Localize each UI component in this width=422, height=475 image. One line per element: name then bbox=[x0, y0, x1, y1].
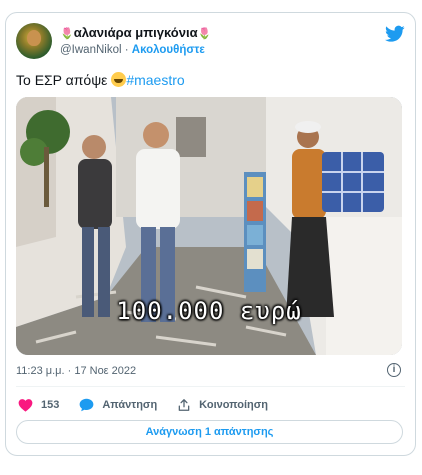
tweet-body: Το ΕΣΡ απόψε bbox=[16, 72, 112, 88]
embedded-tweet-card: 🌷αλανιάρα μπιγκόνια🌷 @IwanNikol · Ακολου… bbox=[5, 12, 416, 456]
twitter-bird-icon[interactable] bbox=[385, 25, 405, 43]
tweet-text: Το ΕΣΡ απόψε #maestro bbox=[16, 71, 185, 89]
share-button[interactable]: Κοινοποίηση bbox=[177, 398, 268, 412]
tweet-header: 🌷αλανιάρα μπιγκόνια🌷 @IwanNikol · Ακολου… bbox=[16, 23, 405, 63]
tweet-actions: 153 Απάντηση Κοινοποίηση bbox=[18, 396, 288, 414]
reply-label: Απάντηση bbox=[102, 399, 158, 411]
divider bbox=[16, 386, 405, 387]
info-icon[interactable]: i bbox=[387, 363, 401, 377]
share-upload-icon bbox=[178, 399, 190, 411]
video-subtitle: 100.000 ευρώ bbox=[116, 297, 302, 325]
speech-bubble-icon bbox=[79, 398, 94, 412]
display-name-text: αλανιάρα μπιγκόνια bbox=[73, 25, 198, 40]
author-info: 🌷αλανιάρα μπιγκόνια🌷 @IwanNikol · Ακολου… bbox=[60, 25, 211, 58]
rolling-on-floor-laughing-icon bbox=[111, 72, 127, 87]
tulip-icon: 🌷 bbox=[60, 28, 74, 40]
tweet-timestamp[interactable]: 11:23 μ.μ. · 17 Νοε 2022 bbox=[16, 365, 136, 377]
share-label: Κοινοποίηση bbox=[199, 399, 269, 411]
follow-link[interactable]: Ακολουθήστε bbox=[132, 44, 205, 56]
like-button[interactable]: 153 bbox=[18, 398, 59, 412]
read-replies-button[interactable]: Ανάγνωση 1 απάντησης bbox=[16, 420, 403, 444]
author-display-name[interactable]: 🌷αλανιάρα μπιγκόνια🌷 bbox=[60, 25, 211, 42]
like-count: 153 bbox=[41, 399, 60, 411]
hashtag-link[interactable]: #maestro bbox=[126, 72, 184, 88]
heart-icon bbox=[18, 399, 33, 412]
tweet-media-image[interactable]: 100.000 ευρώ bbox=[16, 97, 402, 355]
handle-line: @IwanNikol · Ακολουθήστε bbox=[60, 42, 211, 58]
separator-dot: · bbox=[124, 44, 129, 56]
author-handle[interactable]: @IwanNikol bbox=[60, 44, 122, 56]
tulip-icon: 🌷 bbox=[197, 28, 212, 40]
reply-button[interactable]: Απάντηση bbox=[79, 398, 157, 412]
avatar[interactable] bbox=[16, 23, 52, 59]
